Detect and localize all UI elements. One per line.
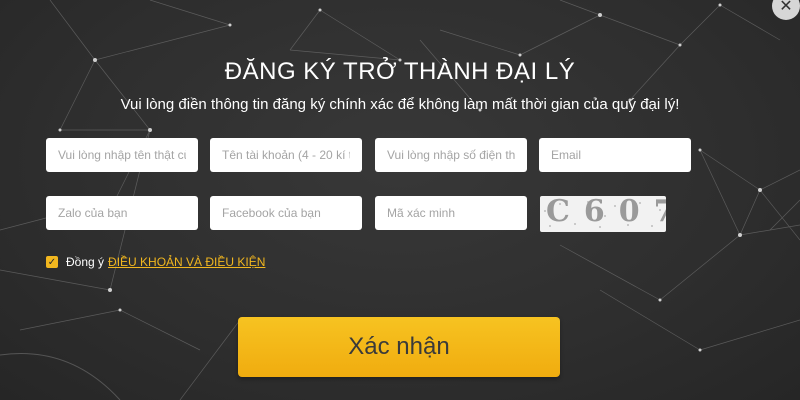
submit-button[interactable]: Xác nhận (238, 317, 560, 377)
agree-checkbox[interactable]: ✓ (46, 256, 58, 268)
fullname-input[interactable] (46, 138, 198, 172)
captcha-image[interactable]: C607 (540, 196, 666, 232)
zalo-input[interactable] (46, 196, 198, 230)
username-input[interactable] (210, 138, 362, 172)
close-button[interactable]: ✕ (772, 0, 800, 20)
registration-page: ✕ ĐĂNG KÝ TRỞ THÀNH ĐẠI LÝ Vui lòng điền… (0, 0, 800, 400)
email-input[interactable] (539, 138, 691, 172)
phone-input[interactable] (375, 138, 527, 172)
captcha-text: C607 (546, 196, 666, 229)
agreement-row: ✓ Đồng ý ĐIỀU KHOẢN VÀ ĐIỀU KIỆN (46, 254, 265, 270)
check-icon: ✓ (47, 256, 57, 268)
page-subtitle: Vui lòng điền thông tin đăng ký chính xá… (120, 96, 680, 113)
terms-link[interactable]: ĐIỀU KHOẢN VÀ ĐIỀU KIỆN (108, 255, 265, 269)
close-icon: ✕ (779, 0, 793, 15)
verification-code-input[interactable] (375, 196, 527, 230)
page-title: ĐĂNG KÝ TRỞ THÀNH ĐẠI LÝ (224, 58, 576, 85)
agree-label: Đồng ý (66, 255, 105, 269)
facebook-input[interactable] (210, 196, 362, 230)
